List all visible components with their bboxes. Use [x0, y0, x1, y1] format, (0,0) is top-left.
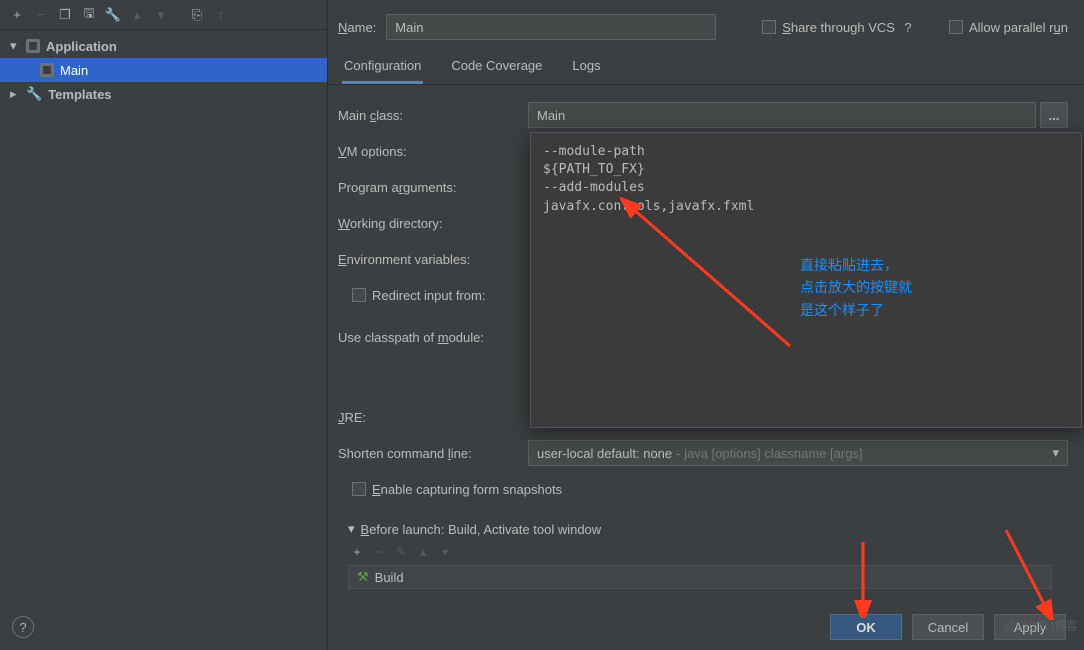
name-label: Name: [338, 20, 376, 35]
help-button[interactable]: ? [12, 616, 34, 638]
sort-icon[interactable]: ↕ [210, 4, 232, 26]
tab-configuration[interactable]: Configuration [342, 50, 423, 84]
wrench-icon[interactable]: 🔧 [102, 4, 124, 26]
watermark: @51CTO博客 [1003, 617, 1078, 634]
working-dir-label: Working directory: [338, 216, 528, 231]
before-launch-section: ▾ Before launch: Build, Activate tool wi… [348, 521, 1052, 589]
before-launch-header[interactable]: ▾ Before launch: Build, Activate tool wi… [348, 521, 1052, 537]
sidebar: + − ❐ 🖫 🔧 ▴ ▾ ⎘ ↕ ▾ Application Main ▸ � [0, 0, 328, 650]
jre-label: JRE: [338, 410, 528, 425]
tab-code-coverage[interactable]: Code Coverage [449, 50, 544, 84]
down-icon[interactable]: ▾ [150, 4, 172, 26]
browse-button[interactable]: ... [1040, 102, 1068, 128]
main-class-label: Main class: [338, 108, 528, 123]
edit-task-icon[interactable]: ✎ [392, 543, 410, 561]
app-icon [26, 39, 40, 53]
app-icon [40, 63, 54, 77]
up-icon[interactable]: ▴ [126, 4, 148, 26]
down-task-icon[interactable]: ▾ [436, 543, 454, 561]
add-task-icon[interactable]: + [348, 543, 366, 561]
shorten-select[interactable]: user-local default: none - java [options… [528, 440, 1068, 466]
program-args-label: Program arguments: [338, 180, 528, 195]
snapshots-checkbox[interactable]: Enable capturing form snapshots [338, 482, 562, 497]
tree-label: Application [46, 39, 117, 54]
tree-label: Main [60, 63, 88, 78]
tree-label: Templates [48, 87, 111, 102]
wrench-icon: 🔧 [26, 86, 42, 102]
remove-task-icon[interactable]: − [370, 543, 388, 561]
annotation-text: 直接粘贴进去， 点击放大的按键就 是这个样子了 [800, 254, 912, 321]
tab-logs[interactable]: Logs [570, 50, 602, 84]
vm-options-label: VM options: [338, 144, 528, 159]
classpath-label: Use classpath of module: [338, 330, 528, 345]
redirect-checkbox[interactable]: Redirect input from: [338, 288, 485, 303]
cancel-button[interactable]: Cancel [912, 614, 984, 640]
build-task-row[interactable]: ⚒ Build [348, 565, 1052, 589]
tree-node-templates[interactable]: ▸ 🔧 Templates [0, 82, 327, 106]
sidebar-toolbar: + − ❐ 🖫 🔧 ▴ ▾ ⎘ ↕ [0, 0, 327, 30]
tabs: Configuration Code Coverage Logs [328, 50, 1084, 85]
config-tree: ▾ Application Main ▸ 🔧 Templates [0, 30, 327, 650]
allow-parallel-checkbox[interactable]: Allow parallel run [949, 20, 1068, 35]
copy-icon[interactable]: ❐ [54, 4, 76, 26]
up-task-icon[interactable]: ▴ [414, 543, 432, 561]
main-class-input[interactable] [528, 102, 1036, 128]
shorten-label: Shorten command line: [338, 446, 528, 461]
hammer-icon: ⚒ [357, 569, 369, 585]
info-icon: ? [901, 20, 915, 34]
tree-node-main[interactable]: Main [0, 58, 327, 82]
tree-node-application[interactable]: ▾ Application [0, 34, 327, 58]
add-icon[interactable]: + [6, 4, 28, 26]
folder-icon[interactable]: ⎘ [186, 4, 208, 26]
env-vars-label: Environment variables: [338, 252, 528, 267]
save-icon[interactable]: 🖫 [78, 4, 100, 26]
share-vcs-checkbox[interactable]: Share through VCS ? [762, 20, 915, 35]
name-input[interactable] [386, 14, 716, 40]
remove-icon[interactable]: − [30, 4, 52, 26]
ok-button[interactable]: OK [830, 614, 902, 640]
